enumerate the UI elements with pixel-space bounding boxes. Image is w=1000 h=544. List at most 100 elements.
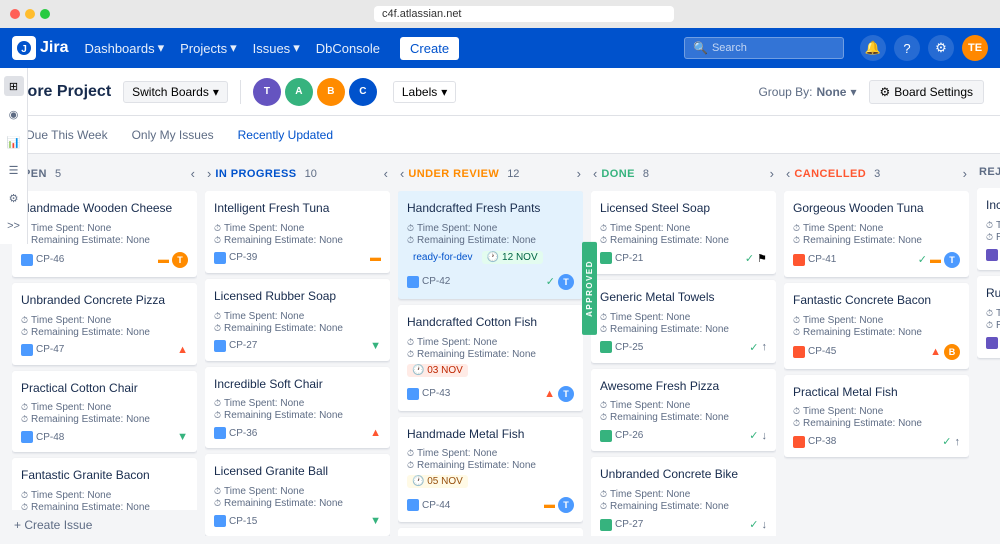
filter-only-my-issues[interactable]: Only My Issues <box>122 124 224 146</box>
col-title-under-review: UNDER REVIEW <box>408 168 499 180</box>
nav-issues[interactable]: Issues ▾ <box>253 40 300 56</box>
filter-due-this-week[interactable]: Due This Week <box>16 124 118 146</box>
add-issue-button[interactable]: + Create Issue <box>12 514 197 536</box>
card-cp25[interactable]: Generic Metal Towels ⏱ Time Spent: None … <box>591 280 776 363</box>
maximize-dot[interactable] <box>40 9 50 19</box>
card-badges: ✓ ↑ <box>749 341 767 354</box>
labels-button[interactable]: Labels ▾ <box>393 81 456 103</box>
task-icon <box>407 276 419 288</box>
sidebar-icon-board[interactable]: ⊞ <box>4 76 24 96</box>
card-badges: ▲ <box>370 427 381 439</box>
card-remaining: ⏱ Remaining Estimate: None <box>21 414 188 425</box>
avatar-1[interactable]: T <box>253 78 281 106</box>
col-expand-cancelled[interactable]: ‹ <box>786 166 790 181</box>
card-footer: CP-28 ↓ <box>986 337 1000 349</box>
card-time-spent: ⏱ Time Spent: None <box>986 308 1000 319</box>
minimize-dot[interactable] <box>25 9 35 19</box>
header-right: Group By: None ▾ ⚙ Board Settings <box>758 80 984 104</box>
card-id: CP-39 <box>214 252 257 264</box>
card-cp27[interactable]: Licensed Rubber Soap ⏱ Time Spent: None … <box>205 279 390 361</box>
card-cp48[interactable]: Practical Cotton Chair ⏱ Time Spent: Non… <box>12 371 197 453</box>
notification-bell-icon[interactable]: 🔔 <box>860 35 886 61</box>
col-cards-cancelled: Gorgeous Wooden Tuna ⏱ Time Spent: None … <box>784 191 969 536</box>
card-title: Handcrafted Cotton Fish <box>407 314 574 331</box>
search-bar[interactable]: 🔍 Search <box>684 37 844 59</box>
col-expand-in-progress[interactable]: › <box>207 166 211 181</box>
sidebar-icon-issues[interactable]: ☰ <box>4 160 24 180</box>
col-header-cancelled: ‹ CANCELLED 3 › <box>784 162 969 185</box>
col-title-cancelled: CANCELLED <box>794 168 866 180</box>
card-time-spent: ⏱ Time Spent: None <box>214 311 381 322</box>
col-expand-under-review[interactable]: ‹ <box>400 166 404 181</box>
avatar-3[interactable]: B <box>317 78 345 106</box>
sidebar-icon-reports[interactable]: 📊 <box>4 132 24 152</box>
nav-dbconsole[interactable]: DbConsole <box>316 41 380 56</box>
badge-avatar: T <box>944 252 960 268</box>
flag-icon: ⚑ <box>757 252 767 265</box>
nav-projects[interactable]: Projects ▾ <box>180 40 237 56</box>
card-footer: CP-26 ✓ ↓ <box>600 429 767 442</box>
col-collapse-open[interactable]: ‹ <box>191 166 195 181</box>
card-id: CP-44 <box>407 499 450 511</box>
card-remaining: ⏱ Remaining Estimate: None <box>600 324 767 335</box>
priority-icon: ▬ <box>544 499 555 511</box>
nav-dashboards[interactable]: Dashboards ▾ <box>84 40 164 56</box>
col-collapse-under-review[interactable]: › <box>577 166 581 181</box>
avatar-2[interactable]: A <box>285 78 313 106</box>
checkmark-icon: ✓ <box>942 435 951 448</box>
card-cp40[interactable]: Incredible Wooden Car ⏱ Time Spent: None… <box>977 188 1000 270</box>
card-cp41[interactable]: Gorgeous Wooden Tuna ⏱ Time Spent: None … <box>784 191 969 277</box>
card-cp45[interactable]: Fantastic Concrete Bacon ⏱ Time Spent: N… <box>784 283 969 369</box>
nav-logo[interactable]: J Jira <box>12 36 68 60</box>
card-cp42[interactable]: Handcrafted Fresh Pants ⏱ Time Spent: No… <box>398 191 583 299</box>
card-time-spent: ⏱ Time Spent: None <box>793 406 960 417</box>
close-dot[interactable] <box>10 9 20 19</box>
avatar-4[interactable]: C <box>349 78 377 106</box>
sidebar-icon-pulse[interactable]: ◉ <box>4 104 24 124</box>
priority-icon: ▲ <box>177 344 188 356</box>
col-collapse-done[interactable]: › <box>770 166 774 181</box>
card-badges: ▬ T <box>544 497 574 513</box>
card-title: Fantastic Concrete Bacon <box>793 292 960 309</box>
card-cp43[interactable]: Handcrafted Cotton Fish ⏱ Time Spent: No… <box>398 305 583 411</box>
col-expand-done[interactable]: ‹ <box>593 166 597 181</box>
card-footer: CP-15 ▼ <box>214 515 381 527</box>
task-icon <box>600 430 612 442</box>
col-collapse-in-progress[interactable]: ‹ <box>384 166 388 181</box>
card-cp21[interactable]: Licensed Steel Soap ⏱ Time Spent: None ⏱… <box>591 191 776 274</box>
chevron-down-icon: ▾ <box>850 85 856 99</box>
card-cp28[interactable]: Rustic Soft Car ⏱ Time Spent: None ⏱ Rem… <box>977 276 1000 358</box>
card-cp39[interactable]: Intelligent Fresh Tuna ⏱ Time Spent: Non… <box>205 191 390 273</box>
card-footer: CP-21 ✓ ⚑ <box>600 252 767 265</box>
card-cp38[interactable]: Practical Metal Fish ⏱ Time Spent: None … <box>784 375 969 458</box>
filter-recently-updated[interactable]: Recently Updated <box>228 124 343 146</box>
settings-gear-icon[interactable]: ⚙ <box>928 35 954 61</box>
navbar: J Jira Dashboards ▾ Projects ▾ Issues ▾ … <box>0 28 1000 68</box>
card-cp47[interactable]: Unbranded Concrete Pizza ⏱ Time Spent: N… <box>12 283 197 365</box>
user-avatar[interactable]: TE <box>962 35 988 61</box>
card-cp27d[interactable]: Unbranded Concrete Bike ⏱ Time Spent: No… <box>591 457 776 536</box>
col-collapse-cancelled[interactable]: › <box>963 166 967 181</box>
col-header-done: ‹ DONE 8 › <box>591 162 776 185</box>
col-header-under-review: ‹ UNDER REVIEW 12 › <box>398 162 583 185</box>
create-button[interactable]: Create <box>400 37 459 60</box>
card-id: CP-15 <box>214 515 257 527</box>
card-cp46[interactable]: Handmade Wooden Cheese ⏱ Time Spent: Non… <box>12 191 197 277</box>
sidebar-icon-settings[interactable]: ⚙ <box>4 188 24 208</box>
card-cp30[interactable]: Sleek Concrete Ball ⏱ Time Spent: None ⏱… <box>398 528 583 536</box>
card-title: Gorgeous Wooden Tuna <box>793 200 960 217</box>
sidebar-icon-expand[interactable]: >> <box>4 216 24 236</box>
switch-boards-button[interactable]: Switch Boards ▾ <box>123 81 228 103</box>
ready-for-dev-tag: ready-for-dev <box>407 250 478 265</box>
col-header-in-progress: › IN PROGRESS 10 ‹ <box>205 162 390 185</box>
url-bar[interactable]: c4f.atlassian.net <box>374 6 674 22</box>
card-cp49[interactable]: Fantastic Granite Bacon ⏱ Time Spent: No… <box>12 458 197 510</box>
card-cp44[interactable]: Handmade Metal Fish ⏱ Time Spent: None ⏱… <box>398 417 583 523</box>
help-icon[interactable]: ? <box>894 35 920 61</box>
board-settings-button[interactable]: ⚙ Board Settings <box>869 80 984 104</box>
card-cp26[interactable]: Awesome Fresh Pizza ⏱ Time Spent: None ⏱… <box>591 369 776 452</box>
card-title: Generic Metal Towels <box>600 289 767 306</box>
card-cp36[interactable]: Incredible Soft Chair ⏱ Time Spent: None… <box>205 367 390 449</box>
card-cp15[interactable]: Licensed Granite Ball ⏱ Time Spent: None… <box>205 454 390 536</box>
card-remaining: ⏱ Remaining Estimate: None <box>21 327 188 338</box>
